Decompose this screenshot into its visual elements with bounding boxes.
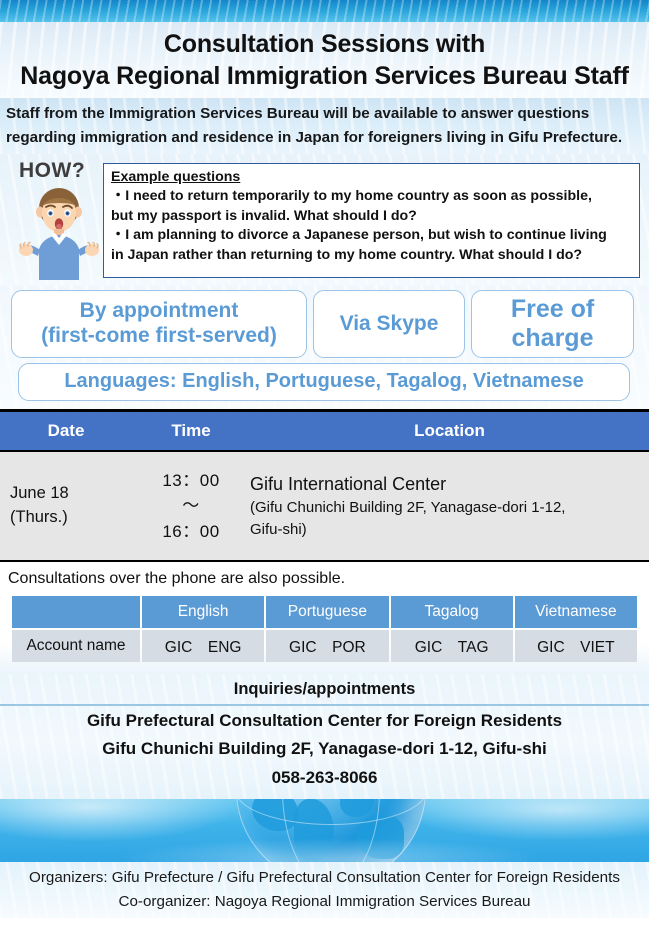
- subtitle-band: Staff from the Immigration Services Bure…: [0, 98, 649, 154]
- account-table: English Portuguese Tagalog Vietnamese Ac…: [10, 594, 639, 664]
- inquiries-address: Gifu Chunichi Building 2F, Yanagase-dori…: [102, 739, 547, 759]
- account-table-header-english: English: [142, 596, 265, 628]
- schedule-cell-time: 13：00 ～ 16：00: [132, 452, 250, 560]
- footer-organizers: Organizers: Gifu Prefecture / Gifu Prefe…: [29, 869, 620, 887]
- schedule-date-line-2: (Thurs.): [10, 508, 68, 526]
- schedule-time-separator: ～: [182, 496, 200, 516]
- globe-band-cloud-overlay: [0, 799, 649, 863]
- schedule-cell-location: Gifu International Center (Gifu Chunichi…: [250, 452, 649, 560]
- feature-box-free-of-charge: Free of charge: [471, 290, 634, 358]
- feature-box-appointment: By appointment (first-come first-served): [11, 290, 307, 358]
- subtitle-line-2: regarding immigration and residence in J…: [6, 128, 623, 146]
- example-question-1-line-1: ・I need to return temporarily to my home…: [111, 188, 592, 205]
- feature-box-languages: Languages: English, Portuguese, Tagalog,…: [18, 363, 630, 401]
- top-decorative-banner: [0, 0, 649, 22]
- account-table-corner-cell: [12, 596, 140, 628]
- inquiries-org-name: Gifu Prefectural Consultation Center for…: [86, 711, 563, 730]
- account-table-row-label: Account name: [12, 630, 140, 662]
- subtitle-line-1: Staff from the Immigration Services Bure…: [6, 105, 590, 122]
- example-question-2-line-1: ・I am planning to divorce a Japanese per…: [111, 227, 607, 244]
- schedule-header-date: Date: [47, 421, 85, 440]
- schedule-location-address-line-1: (Gifu Chunichi Building 2F, Yanagase-dor…: [250, 499, 566, 517]
- example-questions-box: Example questions ・I need to return temp…: [103, 163, 640, 278]
- schedule-header-location: Location: [414, 421, 485, 440]
- account-name-vietnamese: GIC VIET: [514, 630, 637, 662]
- account-name-portuguese: GIC POR: [266, 630, 389, 662]
- confused-person-illustration: [19, 188, 99, 280]
- schedule-time-end: 16：00: [162, 521, 220, 541]
- example-question-2-line-2: in Japan rather than returning to my hom…: [111, 246, 583, 263]
- title-block: Consultation Sessions with Nagoya Region…: [0, 22, 649, 98]
- footer-co-organizer: Co-organizer: Nagoya Regional Immigratio…: [118, 893, 531, 911]
- inquiries-phone-number: 058-263-8066: [271, 767, 378, 787]
- feature-free-line-1: Free of: [510, 294, 595, 323]
- page-title-line-1: Consultation Sessions with: [163, 30, 486, 58]
- schedule-time-start: 13：00: [162, 470, 220, 490]
- phone-consultation-note: Consultations over the phone are also po…: [0, 562, 649, 594]
- feature-skype-label: Via Skype: [339, 311, 439, 335]
- globe-decorative-band: [0, 799, 649, 863]
- feature-languages-label: Languages: English, Portuguese, Tagalog,…: [64, 370, 584, 393]
- how-label: HOW?: [19, 159, 86, 182]
- account-table-header-row: English Portuguese Tagalog Vietnamese: [12, 596, 637, 628]
- account-name-english: GIC ENG: [142, 630, 265, 662]
- page-title-line-2: Nagoya Regional Immigration Services Bur…: [20, 62, 629, 90]
- how-section: HOW? Example questions ・I need to return…: [0, 154, 649, 285]
- account-table-row: Account name GIC ENG GIC POR GIC TAG GIC…: [12, 630, 637, 662]
- account-table-header-portuguese: Portuguese: [266, 596, 389, 628]
- schedule-header-row: Date Time Location: [0, 412, 649, 450]
- schedule-cell-date: June 18 (Thurs.): [0, 452, 132, 560]
- inquiries-section: Inquiries/appointments Gifu Prefectural …: [0, 674, 649, 799]
- feature-appointment-line-1: By appointment: [79, 299, 239, 323]
- schedule-header-time: Time: [171, 421, 211, 440]
- example-question-1-line-2: but my passport is invalid. What should …: [111, 207, 417, 224]
- schedule-row: June 18 (Thurs.) 13：00 ～ 16：00 Gifu Inte…: [0, 452, 649, 560]
- schedule-bottom-rule: [0, 560, 649, 562]
- feature-box-skype: Via Skype: [313, 290, 465, 358]
- account-name-tagalog: GIC TAG: [390, 630, 513, 662]
- features-section: By appointment (first-come first-served)…: [0, 285, 649, 409]
- schedule-table: Date Time Location June 18 (Thurs.) 13：0…: [0, 409, 649, 562]
- feature-free-line-2: charge: [511, 324, 594, 352]
- schedule-date-line-1: June 18: [10, 484, 69, 503]
- example-questions-title: Example questions: [111, 169, 241, 185]
- schedule-location-address-line-2: Gifu-shi): [250, 521, 307, 539]
- account-table-header-tagalog: Tagalog: [390, 596, 513, 628]
- poster-root: Consultation Sessions with Nagoya Region…: [0, 0, 649, 940]
- account-table-wrapper: English Portuguese Tagalog Vietnamese Ac…: [0, 594, 649, 674]
- account-table-header-vietnamese: Vietnamese: [514, 596, 637, 628]
- schedule-location-name: Gifu International Center: [250, 474, 447, 495]
- organizers-footer: Organizers: Gifu Prefecture / Gifu Prefe…: [0, 862, 649, 919]
- feature-appointment-line-2: (first-come first-served): [41, 324, 277, 347]
- inquiries-title: Inquiries/appointments: [233, 680, 416, 698]
